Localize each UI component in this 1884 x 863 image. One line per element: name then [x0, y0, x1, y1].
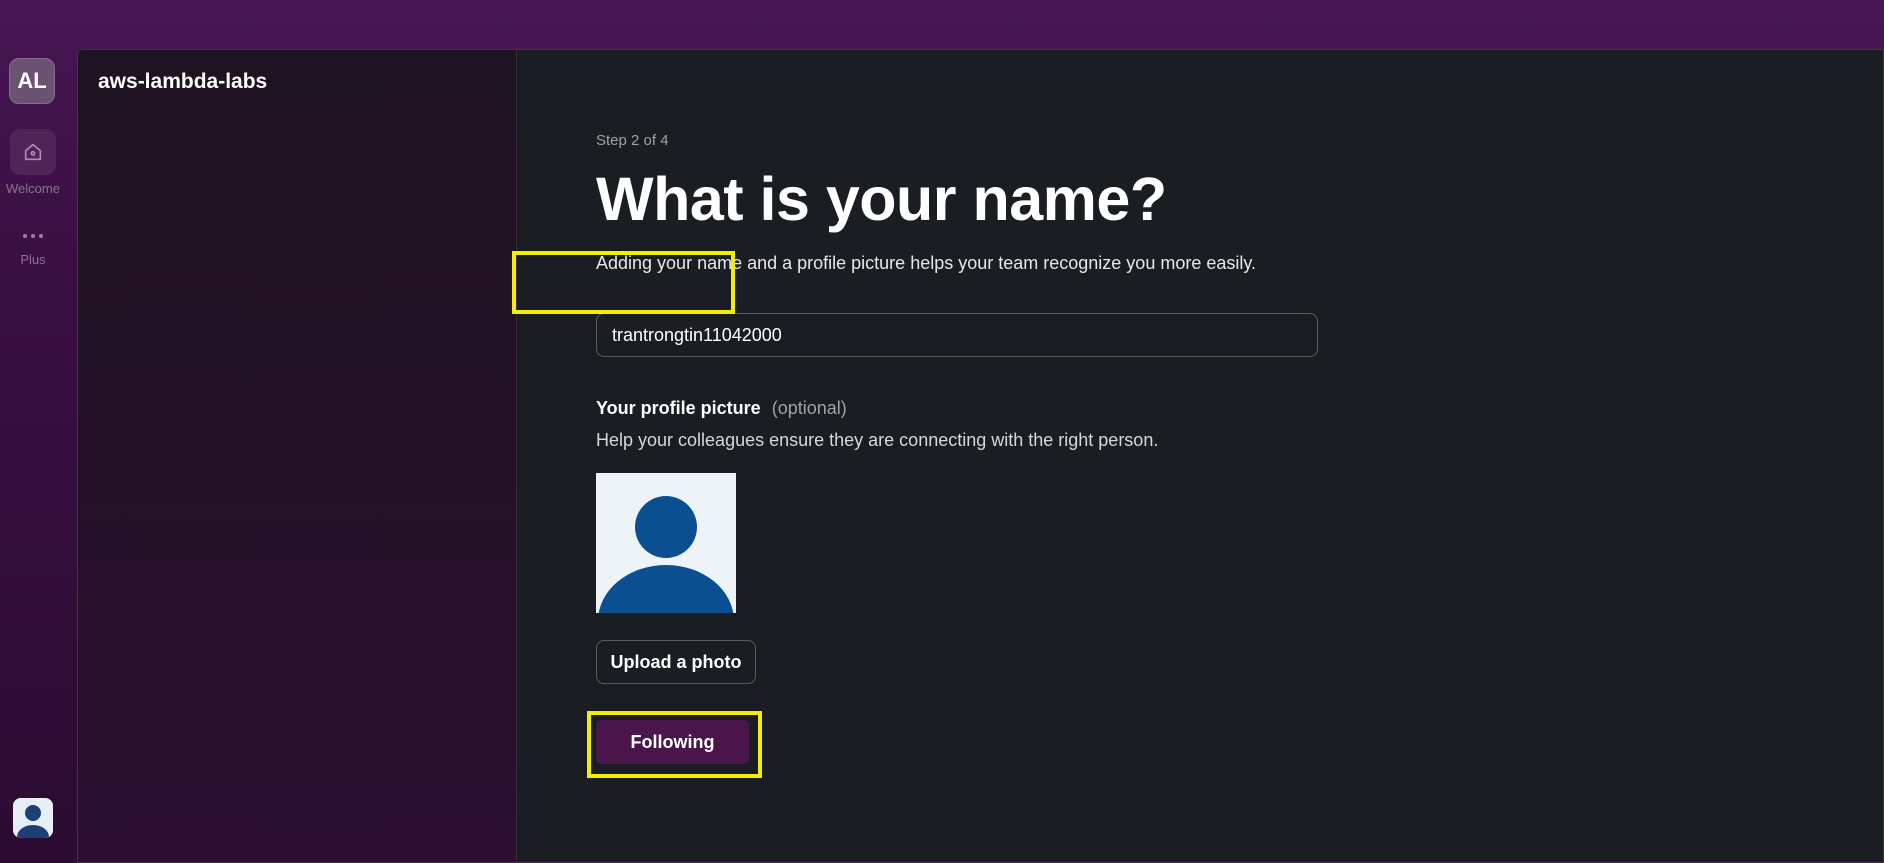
app-window: aws-lambda-labs Step 2 of 4 What is your… — [77, 49, 1884, 863]
optional-label: (optional) — [771, 398, 847, 418]
rail-home-button[interactable]: Welcome — [0, 129, 66, 196]
profile-picture-label: Your profile picture — [596, 398, 761, 418]
more-horizontal-icon — [10, 226, 56, 246]
profile-picture-help: Help your colleagues ensure they are con… — [596, 430, 1159, 450]
sidebar: aws-lambda-labs — [78, 50, 517, 862]
workspace-name[interactable]: aws-lambda-labs — [98, 70, 267, 94]
step-indicator: Step 2 of 4 — [596, 132, 669, 149]
profile-picture-preview — [596, 473, 736, 613]
home-icon — [10, 129, 56, 175]
user-avatar-icon[interactable] — [13, 798, 53, 838]
workspace-switcher[interactable]: AL — [9, 58, 55, 104]
rail-more-button[interactable]: Plus — [0, 226, 66, 267]
page-title: What is your name? — [596, 165, 1167, 233]
default-avatar-icon — [596, 473, 736, 613]
upload-photo-button[interactable]: Upload a photo — [596, 640, 756, 684]
workspace-rail: AL Welcome Plus — [0, 0, 77, 863]
rail-home-label: Welcome — [6, 181, 60, 196]
name-input[interactable] — [596, 313, 1318, 357]
profile-picture-heading: Your profile picture (optional) — [596, 398, 847, 419]
next-button[interactable]: Following — [596, 720, 749, 764]
onboarding-panel: Step 2 of 4 What is your name? Adding yo… — [517, 50, 1883, 862]
rail-more-label: Plus — [20, 252, 46, 267]
page-subtitle: Adding your name and a profile picture h… — [596, 253, 1257, 273]
